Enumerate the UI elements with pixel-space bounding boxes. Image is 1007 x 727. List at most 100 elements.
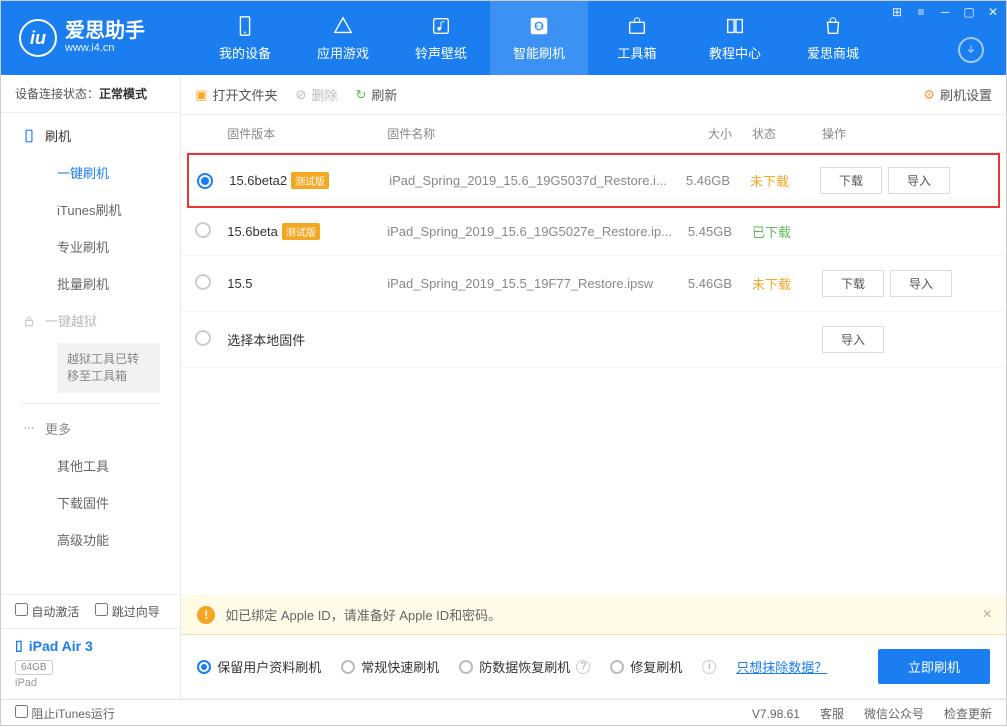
firmware-status: 未下载 [750,171,820,190]
firmware-name: iPad_Spring_2019_15.6_19G5037d_Restore.i… [389,173,670,188]
version-text: 15.6beta [227,224,278,239]
close-icon[interactable]: ✕ [986,5,1000,19]
nav-my-device[interactable]: 我的设备 [196,1,294,75]
phone-icon [234,15,256,37]
flash-options: 保留用户资料刷机 常规快速刷机 防数据恢复刷机 ? 修复刷机 i 只想抹除数据？… [181,635,1006,699]
footer: 阻止iTunes运行 V7.98.61 客服 微信公众号 检查更新 [1,699,1006,727]
download-button[interactable]: 下载 [820,167,882,194]
firmware-size: 5.46GB [672,276,752,291]
sidebar-advanced[interactable]: 高级功能 [1,521,180,558]
nav-flash[interactable]: 智能刷机 [490,1,588,75]
row-ops: 下载导入 [822,270,992,297]
firmware-status: 未下载 [752,274,822,293]
toolbox-icon [626,15,648,37]
gear-icon: ⚙ [923,87,935,103]
help-icon[interactable]: i [702,660,716,674]
nav-label: 智能刷机 [513,43,565,62]
version-text: 15.5 [227,276,252,291]
header-status: 状态 [752,125,822,142]
opt-anti-recovery[interactable]: 防数据恢复刷机 ? [459,657,590,676]
minimize-icon[interactable]: ─ [938,5,952,19]
nav-toolbox[interactable]: 工具箱 [588,1,686,75]
bag-icon [822,15,844,37]
apps-icon [332,15,354,37]
sidebar-pro-flash[interactable]: 专业刷机 [1,228,180,265]
firmware-row[interactable]: 15.6beta2测试版 iPad_Spring_2019_15.6_19G50… [187,153,1000,208]
version-label: V7.98.61 [752,707,800,721]
header-size: 大小 [672,125,752,142]
table-header: 固件版本 固件名称 大小 状态 操作 [181,115,1006,153]
sidebar-other-tools[interactable]: 其他工具 [1,447,180,484]
firmware-size: 5.45GB [672,224,752,239]
sidebar-oneclick-flash[interactable]: 一键刷机 [1,154,180,191]
radio-icon[interactable] [195,222,211,238]
local-firmware-row[interactable]: 选择本地固件 导入 [181,312,1006,368]
customer-service-link[interactable]: 客服 [820,705,844,722]
opt-repair[interactable]: 修复刷机 [610,657,682,676]
nav-tutorial[interactable]: 教程中心 [686,1,784,75]
logo-area: iu 爱思助手 www.i4.cn [1,19,196,57]
sidebar-batch-flash[interactable]: 批量刷机 [1,265,180,302]
jailbreak-note: 越狱工具已转移至工具箱 [57,343,160,393]
firmware-row[interactable]: 15.5 iPad_Spring_2019_15.5_19F77_Restore… [181,256,1006,312]
nav-apps[interactable]: 应用游戏 [294,1,392,75]
divider [21,403,160,404]
sidebar-flash[interactable]: 刷机 [1,117,180,154]
radio-icon[interactable] [195,330,211,346]
block-itunes-checkbox[interactable]: 阻止iTunes运行 [15,705,115,722]
nav-label: 我的设备 [219,43,271,62]
lock-icon [21,313,37,329]
flash-settings-button[interactable]: ⚙ 刷机设置 [923,85,992,104]
nav-ringtones[interactable]: 铃声壁纸 [392,1,490,75]
help-icon[interactable]: ? [576,660,590,674]
delete-button[interactable]: ⊘ 删除 [296,85,338,104]
warning-text: 如已绑定 Apple ID，请准备好 Apple ID和密码。 [225,605,501,624]
opt-normal[interactable]: 常规快速刷机 [341,657,439,676]
download-indicator-icon[interactable] [958,37,984,63]
device-icon: ▯ [15,637,23,654]
refresh-icon [528,15,550,37]
radio-icon[interactable] [197,173,213,189]
beta-badge: 测试版 [282,223,320,240]
connection-status: 设备连接状态：正常模式 [1,75,180,113]
auto-activate-checkbox[interactable]: 自动激活 [15,603,79,620]
grid-icon[interactable]: ⊞ [890,5,904,19]
sidebar-more[interactable]: 更多 [1,410,180,447]
download-button[interactable]: 下载 [822,270,884,297]
phone-icon [21,128,37,144]
erase-data-link[interactable]: 只想抹除数据？ [736,657,827,676]
nav-store[interactable]: 爱思商城 [784,1,882,75]
radio-icon[interactable] [195,274,211,290]
import-button[interactable]: 导入 [890,270,952,297]
import-button[interactable]: 导入 [822,326,884,353]
firmware-row[interactable]: 15.6beta测试版 iPad_Spring_2019_15.6_19G502… [181,208,1006,256]
firmware-status: 已下载 [752,222,822,241]
close-warning-icon[interactable]: × [983,606,992,624]
sidebar-jailbreak: 一键越狱 [1,302,180,339]
window-controls: ⊞ ≡ ─ ▢ ✕ [890,5,1000,19]
nav-label: 教程中心 [709,43,761,62]
menu-icon[interactable]: ≡ [914,5,928,19]
header-ops: 操作 [822,125,992,142]
folder-icon: ▣ [195,87,207,103]
check-update-link[interactable]: 检查更新 [944,705,992,722]
row-ops: 下载导入 [820,167,990,194]
skip-guide-checkbox[interactable]: 跳过向导 [95,603,159,620]
flash-now-button[interactable]: 立即刷机 [878,649,990,684]
main-nav: 我的设备 应用游戏 铃声壁纸 智能刷机 工具箱 教程中心 爱思商城 [196,1,1006,75]
wechat-link[interactable]: 微信公众号 [864,705,924,722]
beta-badge: 测试版 [291,172,329,189]
content-area: ▣ 打开文件夹 ⊘ 删除 ↻ 刷新 ⚙ 刷机设置 固件版本 固件名称 大小 状态 [181,75,1006,699]
device-card[interactable]: ▯ iPad Air 3 64GB iPad [1,628,180,699]
local-firmware-label: 选择本地固件 [227,333,305,348]
sidebar-itunes-flash[interactable]: iTunes刷机 [1,191,180,228]
sidebar-download-firmware[interactable]: 下载固件 [1,484,180,521]
open-folder-button[interactable]: ▣ 打开文件夹 [195,85,277,104]
opt-keep-data[interactable]: 保留用户资料刷机 [197,657,321,676]
storage-badge: 64GB [15,660,53,675]
logo-icon: iu [19,19,57,57]
maximize-icon[interactable]: ▢ [962,5,976,19]
refresh-button[interactable]: ↻ 刷新 [355,85,397,104]
import-button[interactable]: 导入 [888,167,950,194]
music-icon [430,15,452,37]
